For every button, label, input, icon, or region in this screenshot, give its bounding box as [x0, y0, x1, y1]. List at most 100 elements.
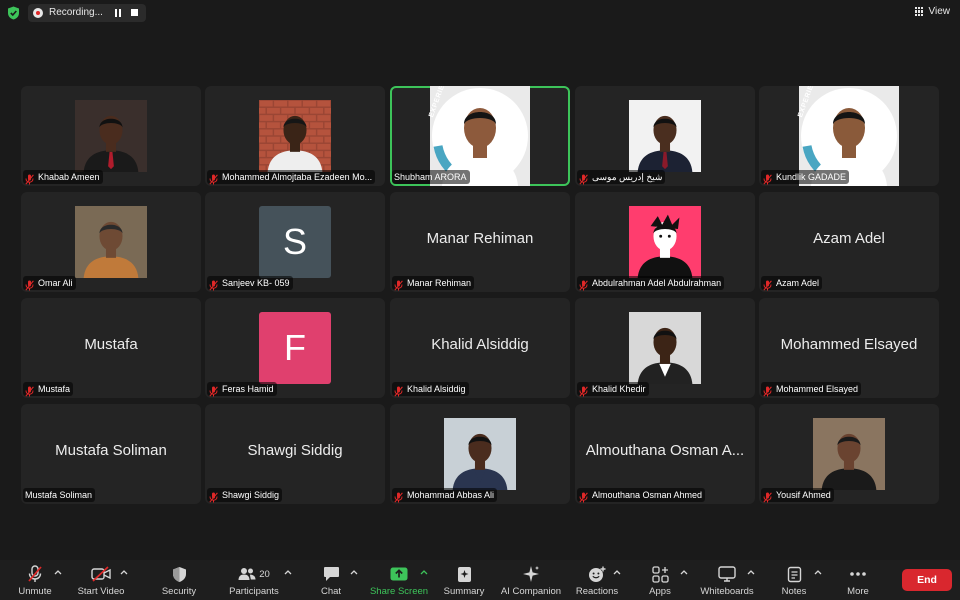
unmute-options-chevron-icon[interactable] [54, 569, 62, 575]
whiteboard-icon [716, 564, 738, 584]
participant-tile[interactable]: Manar Rehiman Manar Rehiman [390, 192, 570, 292]
share-screen-icon [388, 564, 410, 584]
whiteboards-button[interactable]: Whiteboards [698, 560, 756, 600]
participant-display-name: Khalid Alsiddig [431, 336, 529, 353]
reactions-button[interactable]: Reactions [575, 560, 619, 600]
security-button[interactable]: Security [158, 560, 200, 600]
participant-tile[interactable]: Khalid Khedir [575, 298, 755, 398]
apps-options-chevron-icon[interactable] [680, 569, 688, 575]
top-bar: Recording... View [0, 0, 960, 26]
participant-tile[interactable]: Mohammad Abbas Ali [390, 404, 570, 504]
stop-icon[interactable] [131, 9, 138, 16]
participant-tile[interactable]: شيخ إدريس موسى [575, 86, 755, 186]
end-meeting-button[interactable]: End [902, 569, 952, 591]
participant-tile[interactable]: EXPERIENCE Champion Kundlik GADADE [759, 86, 939, 186]
start-video-button[interactable]: Start Video [72, 560, 130, 600]
apps-button[interactable]: Apps [645, 560, 675, 600]
view-button[interactable]: View [914, 6, 951, 17]
participant-video [245, 100, 352, 172]
reactions-options-chevron-icon[interactable] [613, 569, 621, 575]
participant-name-tag: Azam Adel [761, 276, 823, 291]
participant-tile[interactable]: Yousif Ahmed [759, 404, 939, 504]
participant-tile[interactable]: Abdulrahman Adel Abdulrahman [575, 192, 755, 292]
more-button[interactable]: More [842, 560, 874, 600]
notes-label: Notes [781, 586, 807, 597]
participants-options-chevron-icon[interactable] [284, 569, 292, 575]
participant-name-tag: Khalid Khedir [577, 382, 649, 397]
notes-button[interactable]: Notes [776, 560, 812, 600]
participant-name-tag: Mohammad Abbas Ali [392, 488, 498, 503]
participant-tile[interactable]: Mohammed Almojtaba Ezadeen Mo... [205, 86, 385, 186]
more-label: More [847, 586, 869, 597]
participant-tile[interactable]: EXPERIENCE Champion Shubham ARORA [390, 86, 570, 186]
participant-tile[interactable]: Shawgi Siddig Shawgi Siddig [205, 404, 385, 504]
muted-mic-icon [763, 172, 772, 185]
ai-companion-label: AI Companion [500, 586, 562, 597]
participant-name: Mohammad Abbas Ali [407, 490, 495, 500]
participant-display-name: Mohammed Elsayed [780, 336, 918, 353]
participant-display-name: Manar Rehiman [426, 230, 534, 247]
participant-name-tag: Khabab Ameen [23, 170, 103, 185]
participant-tile[interactable]: S Sanjeev KB- 059 [205, 192, 385, 292]
muted-mic-icon [579, 384, 588, 397]
shield-check-icon[interactable] [7, 6, 20, 20]
participant-name: Mustafa [38, 384, 71, 394]
participant-video [629, 206, 701, 278]
participant-name: Mohammed Elsayed [776, 384, 859, 394]
video-off-icon [90, 564, 112, 584]
share-options-chevron-icon[interactable] [420, 569, 428, 575]
participants-button[interactable]: 20 Participants [224, 560, 284, 600]
participant-tile[interactable]: Mustafa Soliman Mustafa Soliman [21, 404, 201, 504]
apps-icon [649, 564, 671, 584]
video-options-chevron-icon[interactable] [120, 569, 128, 575]
summary-label: Summary [443, 586, 485, 597]
participant-name: شيخ إدريس موسى [592, 171, 663, 182]
participant-name: Kundlik GADADE [776, 172, 847, 182]
notes-options-chevron-icon[interactable] [814, 569, 822, 575]
muted-mic-icon [209, 278, 218, 291]
view-label: View [928, 6, 951, 17]
participant-name: Shubham ARORA [394, 172, 467, 182]
participant-video [813, 418, 885, 490]
participant-tile[interactable]: Khabab Ameen [21, 86, 201, 186]
recording-indicator: Recording... [28, 4, 146, 22]
record-dot-icon [33, 8, 43, 18]
muted-microphone-icon [24, 564, 46, 584]
participant-name-tag: Almouthana Osman Ahmed [577, 488, 706, 503]
participant-tile[interactable]: Almouthana Osman A... Almouthana Osman Ah… [575, 404, 755, 504]
participant-name: Abdulrahman Adel Abdulrahman [592, 278, 722, 288]
muted-mic-icon [209, 490, 218, 503]
share-screen-button[interactable]: Share Screen [368, 560, 430, 600]
participant-tile[interactable]: Mustafa Mustafa [21, 298, 201, 398]
participant-name-tag: شيخ إدريس موسى [577, 170, 666, 185]
muted-mic-icon [579, 490, 588, 503]
participant-tile[interactable]: Azam Adel Azam Adel [759, 192, 939, 292]
participant-name: Khalid Khedir [592, 384, 646, 394]
participant-tile[interactable]: Khalid Alsiddig Khalid Alsiddig [390, 298, 570, 398]
participant-tile[interactable]: Omar Ali [21, 192, 201, 292]
avatar-letter: F [259, 312, 331, 384]
participant-name-tag: Sanjeev KB- 059 [207, 276, 293, 291]
participant-tile[interactable]: Mohammed Elsayed Mohammed Elsayed [759, 298, 939, 398]
muted-mic-icon [579, 278, 588, 291]
muted-mic-icon [25, 172, 34, 185]
participant-name-tag: Shawgi Siddig [207, 488, 283, 503]
summary-document-icon [453, 564, 475, 584]
chat-options-chevron-icon[interactable] [350, 569, 358, 575]
grid-view-icon [914, 7, 924, 16]
muted-mic-icon [579, 172, 588, 185]
ai-companion-button[interactable]: AI Companion [500, 560, 562, 600]
unmute-button[interactable]: Unmute [14, 560, 56, 600]
whiteboards-options-chevron-icon[interactable] [747, 569, 755, 575]
emoji-add-icon [586, 564, 608, 584]
participant-tile[interactable]: F Feras Hamid [205, 298, 385, 398]
muted-mic-icon [394, 278, 403, 291]
pause-icon[interactable] [114, 9, 122, 17]
participant-name: Khabab Ameen [38, 172, 100, 182]
summary-button[interactable]: Summary [441, 560, 487, 600]
participant-video [444, 418, 516, 490]
participant-name-tag: Feras Hamid [207, 382, 277, 397]
chat-button[interactable]: Chat [316, 560, 346, 600]
participant-name: Almouthana Osman Ahmed [592, 490, 703, 500]
participant-video [75, 100, 147, 172]
